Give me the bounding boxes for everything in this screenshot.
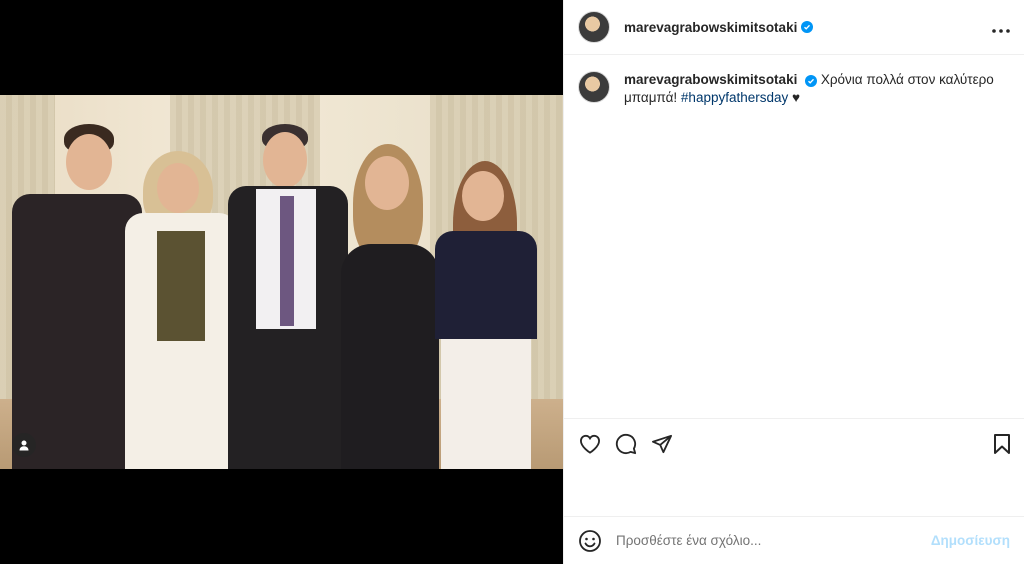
post-media[interactable] xyxy=(0,0,563,564)
post-header: marevagrabowskimitsotaki xyxy=(564,0,1024,55)
save-button[interactable] xyxy=(990,432,1014,456)
user-tag-button[interactable] xyxy=(12,433,36,457)
action-bar xyxy=(564,418,1024,468)
paper-plane-icon xyxy=(652,434,672,453)
post-side-panel: marevagrabowskimitsotaki marevagrabowski… xyxy=(563,0,1024,564)
share-button[interactable] xyxy=(650,432,674,456)
hashtag-link[interactable]: #happyfathersday xyxy=(681,90,788,105)
caption: marevagrabowskimitsotaki Χρόνια πολλά στ… xyxy=(578,71,1010,107)
username-link[interactable]: marevagrabowskimitsotaki xyxy=(624,20,797,35)
comments-area: marevagrabowskimitsotaki Χρόνια πολλά στ… xyxy=(564,55,1024,418)
post-comment-button[interactable]: Δημοσίευση xyxy=(931,533,1010,548)
avatar[interactable] xyxy=(578,11,610,43)
ellipsis-icon xyxy=(992,29,1010,33)
post-dialog: marevagrabowskimitsotaki marevagrabowski… xyxy=(0,0,1024,564)
likes-area xyxy=(564,468,1024,516)
smiley-icon xyxy=(579,529,601,552)
more-options-button[interactable] xyxy=(992,17,1010,37)
verified-badge-icon xyxy=(801,21,814,33)
add-comment-bar: Δημοσίευση xyxy=(564,516,1024,564)
heart-emoji: ♥ xyxy=(792,90,801,105)
like-button[interactable] xyxy=(578,432,602,456)
verified-badge-icon xyxy=(805,75,818,87)
emoji-button[interactable] xyxy=(578,529,602,553)
heart-icon xyxy=(579,434,601,454)
comment-input[interactable] xyxy=(614,532,931,549)
caption-avatar[interactable] xyxy=(578,71,610,103)
post-photo xyxy=(0,95,563,469)
comment-icon xyxy=(615,433,637,454)
user-tag-icon xyxy=(19,440,29,451)
caption-username[interactable]: marevagrabowskimitsotaki xyxy=(624,72,797,87)
comment-button[interactable] xyxy=(614,432,638,456)
bookmark-icon xyxy=(994,433,1010,454)
